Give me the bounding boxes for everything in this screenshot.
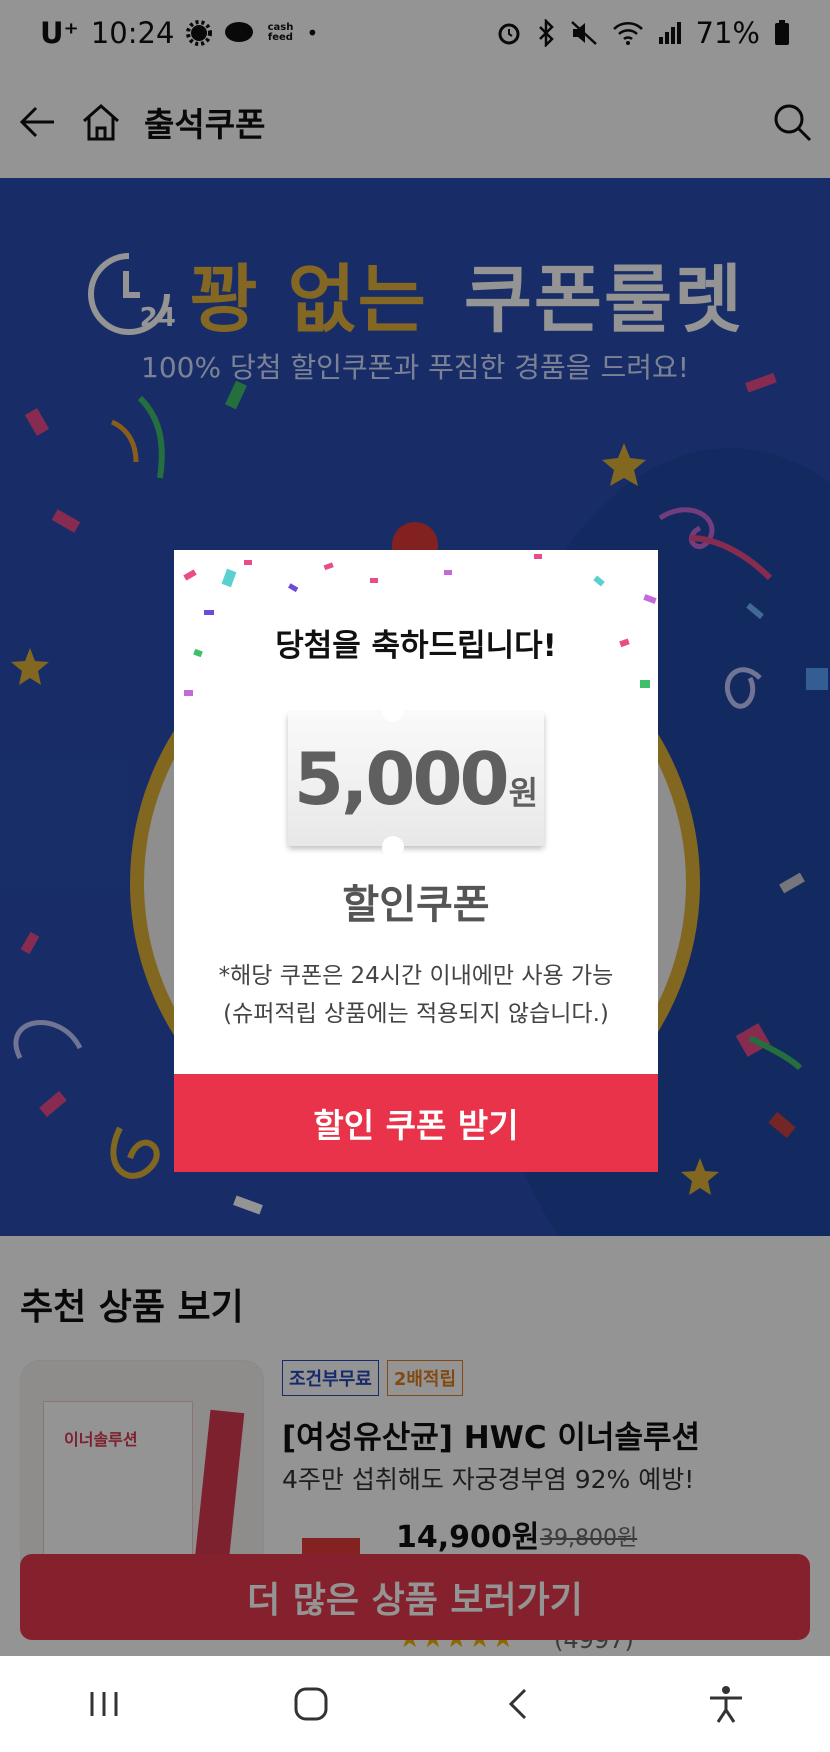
coupon-notch-top: [382, 700, 404, 722]
coupon-ticket: 5,000 원: [288, 700, 544, 858]
get-coupon-button[interactable]: 할인 쿠폰 받기: [174, 1074, 658, 1172]
modal-title: 당첨을 축하드립니다!: [275, 628, 557, 664]
coupon-note-1: *해당 쿠폰은 24시간 이내에만 사용 가능: [218, 963, 614, 989]
accessibility-icon[interactable]: [686, 1664, 766, 1744]
home-button-icon[interactable]: [271, 1664, 351, 1744]
recent-apps-icon[interactable]: [64, 1664, 144, 1744]
system-nav-bar: [0, 1656, 830, 1752]
coupon-label: 할인쿠폰: [342, 882, 490, 928]
back-button-icon[interactable]: [479, 1664, 559, 1744]
win-modal: 당첨을 축하드립니다! 5,000 원 할인쿠폰 *해당 쿠폰은 24시간 이내…: [174, 550, 658, 1172]
coupon-note-2: (슈퍼적립 상품에는 적용되지 않습니다.): [223, 1001, 609, 1027]
coupon-amount: 5,000: [293, 737, 510, 821]
coupon-unit: 원: [508, 774, 539, 812]
coupon-notch-bottom: [382, 836, 404, 858]
